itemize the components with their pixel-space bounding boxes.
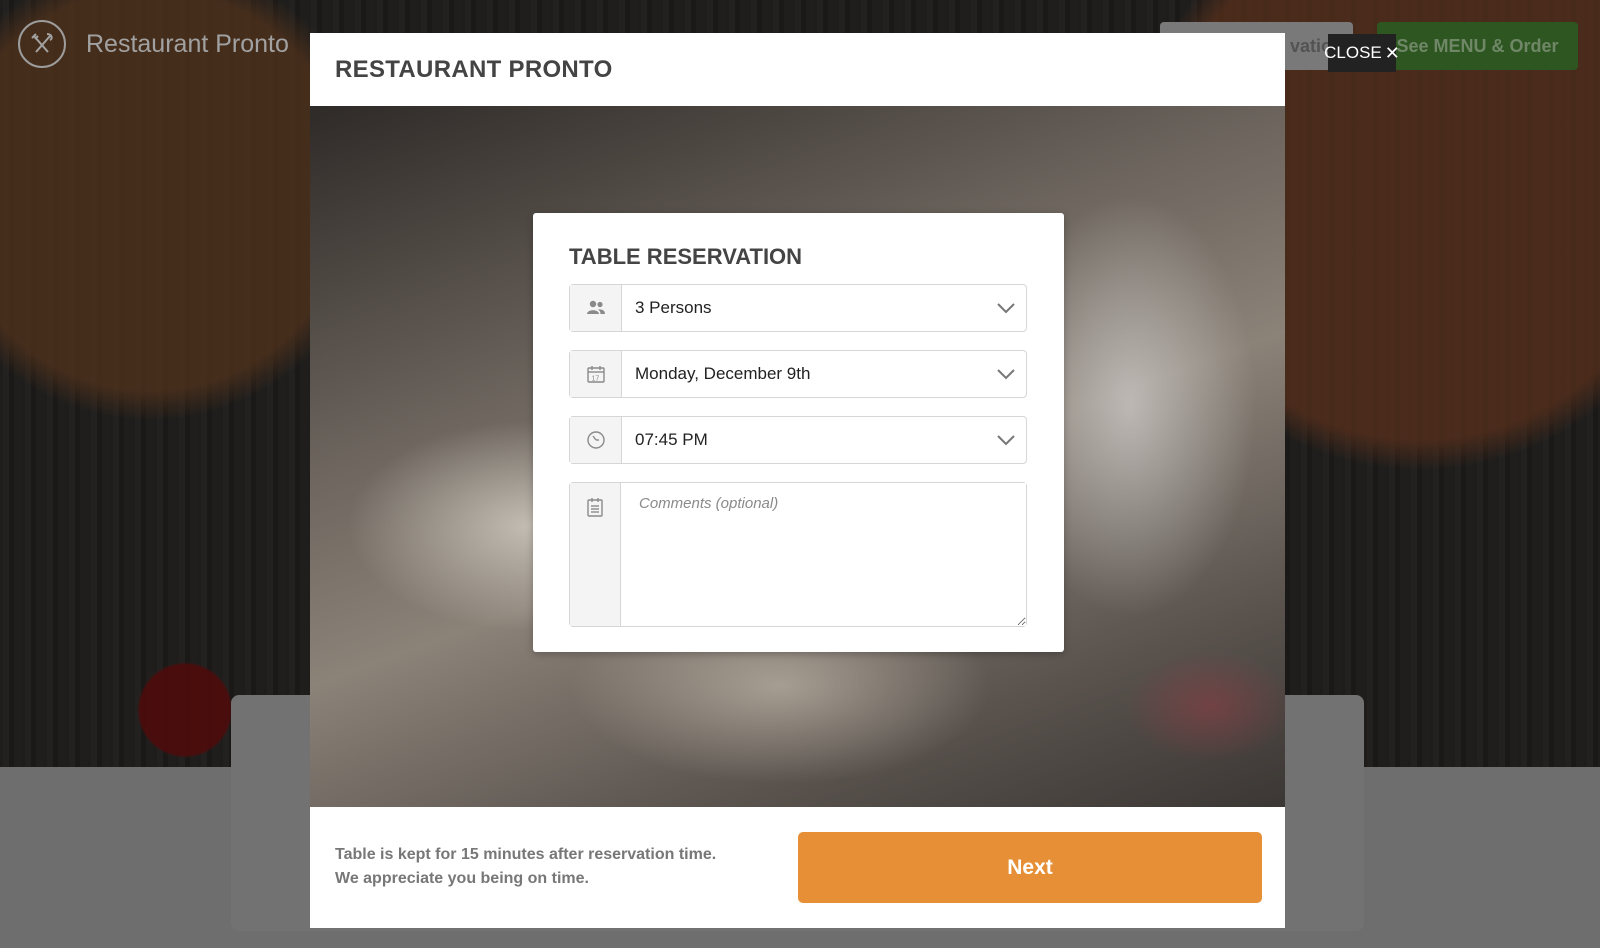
notepad-icon xyxy=(570,483,621,626)
persons-select[interactable]: 3 Persons xyxy=(569,284,1027,332)
modal-footer: Table is kept for 15 minutes after reser… xyxy=(310,807,1285,928)
next-button-label: Next xyxy=(1007,855,1053,879)
people-icon xyxy=(570,285,622,331)
chevron-down-icon xyxy=(986,285,1026,331)
chevron-down-icon xyxy=(986,417,1026,463)
next-button[interactable]: Next xyxy=(798,832,1262,903)
close-icon: ✕ xyxy=(1384,43,1400,63)
modal-header: RESTAURANT PRONTO xyxy=(310,33,1285,107)
clock-icon xyxy=(570,417,622,463)
comments-input[interactable] xyxy=(621,483,1026,626)
policy-line-1: Table is kept for 15 minutes after reser… xyxy=(335,846,717,863)
date-select[interactable]: 17 Monday, December 9th xyxy=(569,350,1027,398)
comments-field xyxy=(569,482,1027,627)
time-select[interactable]: 07:45 PM xyxy=(569,416,1027,464)
reservation-policy-note: Table is kept for 15 minutes after reser… xyxy=(335,843,755,891)
reservation-title: TABLE RESERVATION xyxy=(569,244,803,269)
close-button-label: CLOSE xyxy=(1324,43,1382,62)
date-value: Monday, December 9th xyxy=(635,364,811,383)
time-value: 07:45 PM xyxy=(635,430,708,449)
persons-value: 3 Persons xyxy=(635,298,712,317)
modal-title: RESTAURANT PRONTO xyxy=(335,55,613,83)
close-button[interactable]: CLOSE ✕ xyxy=(1324,34,1400,72)
policy-line-2: We appreciate you being on time. xyxy=(335,870,589,887)
calendar-icon: 17 xyxy=(570,351,622,397)
svg-text:17: 17 xyxy=(591,376,599,383)
chevron-down-icon xyxy=(986,351,1026,397)
table-reservation-card: TABLE RESERVATION 3 Persons 17 Monday, D… xyxy=(533,213,1064,652)
